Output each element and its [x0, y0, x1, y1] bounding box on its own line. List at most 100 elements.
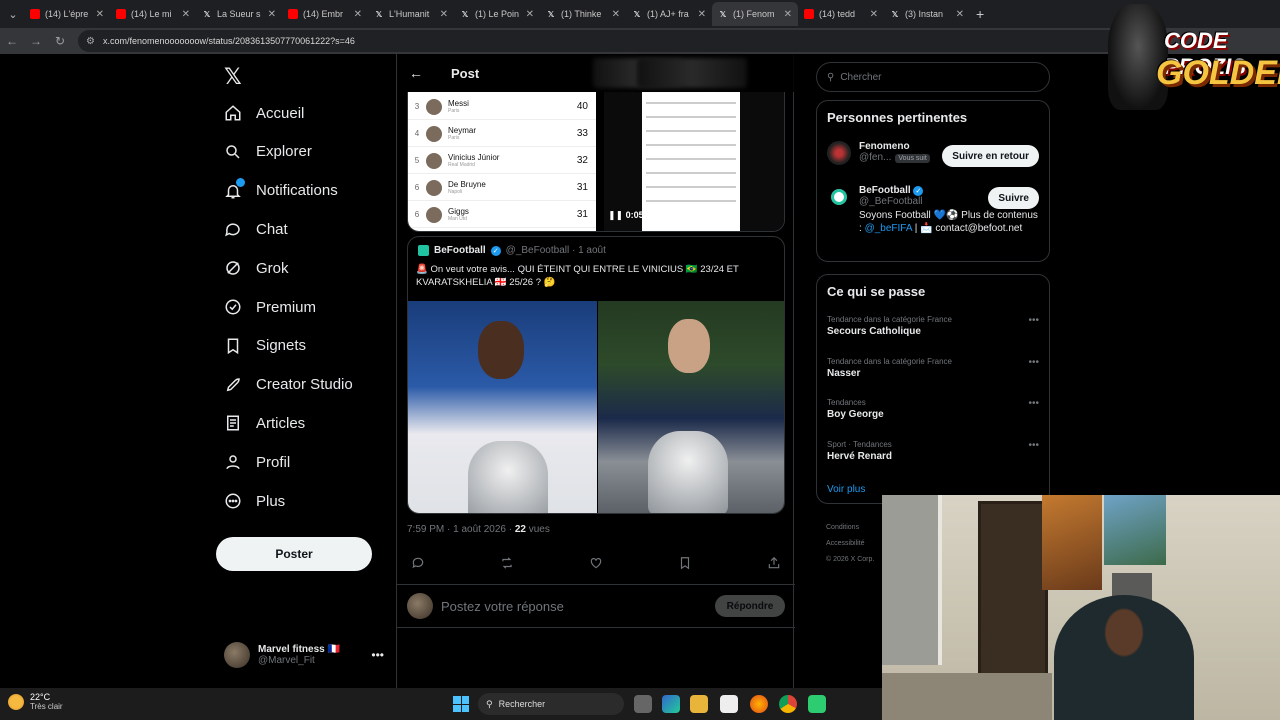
follow-button[interactable]: Suivre: [988, 187, 1039, 209]
account-switcher[interactable]: Marvel fitness 🇫🇷 @Marvel_Fit •••: [224, 642, 384, 668]
reply-button[interactable]: Répondre: [715, 595, 785, 617]
weather-widget[interactable]: 22°C Très clair: [8, 692, 63, 712]
browser-tab[interactable]: (14) Le mi ✕: [110, 2, 196, 26]
vinicius-photo[interactable]: [408, 301, 597, 513]
avatar: [827, 185, 851, 209]
ranking-row: 3 Messi Paris 40: [408, 94, 596, 120]
nav-item-grok[interactable]: Grok: [224, 259, 289, 277]
youtube-icon: [288, 9, 298, 19]
reload-icon[interactable]: ↻: [48, 34, 72, 48]
nav-label: Creator Studio: [256, 376, 353, 394]
nav-item-creator-studio[interactable]: Creator Studio: [224, 376, 353, 394]
windows-start-icon[interactable]: [453, 696, 469, 712]
nav-item-explorer[interactable]: Explorer: [224, 143, 312, 161]
close-tab-icon[interactable]: ✕: [96, 9, 104, 20]
quoted-post[interactable]: BeFootball ✓ @_BeFootball · 1 août 🚨 On …: [407, 236, 785, 514]
kvaratskhelia-photo[interactable]: [598, 301, 784, 513]
x-logo-icon[interactable]: 𝕏: [224, 64, 242, 90]
nav-item-chat[interactable]: Chat: [224, 220, 288, 238]
tab-title: (14) Le mi: [131, 9, 172, 19]
close-tab-icon[interactable]: ✕: [698, 9, 706, 20]
post-button[interactable]: Poster: [216, 537, 372, 571]
browser-tab[interactable]: 𝕏 La Sueur s ✕: [196, 2, 282, 26]
ranking-value: 31: [576, 182, 588, 193]
nav-item-profil[interactable]: Profil: [224, 453, 290, 471]
forward-arrow-icon[interactable]: →: [24, 34, 48, 48]
ranking-row: 4 Neymar Paris 33: [408, 121, 596, 147]
footer-accessibility-link[interactable]: Accessibilité: [826, 536, 874, 552]
chrome-icon[interactable]: [779, 695, 797, 713]
app-icon[interactable]: [808, 695, 826, 713]
nav-item-notifications[interactable]: Notifications: [224, 177, 338, 200]
premium-icon: [224, 298, 242, 316]
relevant-people-title: Personnes pertinentes: [827, 110, 968, 125]
bio-link[interactable]: @_beFIFA: [865, 223, 912, 234]
nav-item-signets[interactable]: Signets: [224, 337, 306, 355]
nav-item-articles[interactable]: Articles: [224, 414, 305, 432]
account-handle: @Marvel_Fit: [258, 655, 315, 666]
player-club: Paris: [448, 135, 460, 141]
close-tab-icon[interactable]: ✕: [354, 9, 362, 20]
quoted-media-ranking[interactable]: 3 Messi Paris 40 4 Neymar Paris 33 5 Vinicius Jún…: [407, 92, 785, 232]
bookmark-icon[interactable]: [678, 556, 692, 575]
browser-tab[interactable]: (14) L'épre ✕: [24, 2, 110, 26]
store-icon[interactable]: [720, 695, 738, 713]
more-dots-icon[interactable]: •••: [1028, 398, 1039, 409]
more-dots-icon[interactable]: •••: [371, 648, 384, 662]
url-field[interactable]: ⚙ x.com/fenomenooooooow/status/208361350…: [78, 30, 1128, 52]
more-dots-icon[interactable]: •••: [1028, 315, 1039, 326]
close-tab-icon[interactable]: ✕: [956, 9, 964, 20]
new-tab-button[interactable]: +: [976, 6, 984, 22]
browser-tab[interactable]: (14) tedd ✕: [798, 2, 884, 26]
see-more-link[interactable]: Voir plus: [827, 484, 865, 495]
follow-back-button[interactable]: Suivre en retour: [942, 145, 1039, 167]
youtube-icon: [30, 9, 40, 19]
video-frame: [642, 92, 740, 231]
taskbar-search[interactable]: ⚲ Rechercher: [478, 693, 624, 715]
tab-search-icon[interactable]: ⌄: [2, 3, 24, 25]
edge-icon[interactable]: [662, 695, 680, 713]
close-tab-icon[interactable]: ✕: [268, 9, 276, 20]
browser-tab[interactable]: 𝕏 (3) Instan ✕: [884, 2, 970, 26]
nav-item-accueil[interactable]: Accueil: [224, 104, 304, 122]
footer-terms-link[interactable]: Conditions: [826, 520, 874, 536]
close-tab-icon[interactable]: ✕: [612, 9, 620, 20]
close-tab-icon[interactable]: ✕: [526, 9, 534, 20]
footer-copyright: © 2026 X Corp.: [826, 556, 875, 563]
more-dots-icon[interactable]: •••: [1028, 357, 1039, 368]
address-bar: ← → ↻ ⚙ x.com/fenomenooooooow/status/208…: [0, 28, 1280, 54]
browser-tab[interactable]: 𝕏 (1) AJ+ fra ✕: [626, 2, 712, 26]
browser-tab[interactable]: 𝕏 (1) Le Poin ✕: [454, 2, 540, 26]
trend-item[interactable]: Tendance dans la catégorie France Nasser •…: [827, 357, 1041, 379]
trend-item[interactable]: Sport · Tendances Hervé Renard •••: [827, 440, 1041, 462]
more-dots-icon[interactable]: •••: [1028, 440, 1039, 451]
video-player[interactable]: ❚❚ 0:05: [604, 92, 784, 231]
close-tab-icon[interactable]: ✕: [784, 9, 792, 20]
browser-tab[interactable]: 𝕏 (1) Thinke ✕: [540, 2, 626, 26]
site-info-icon[interactable]: ⚙: [86, 36, 95, 47]
close-tab-icon[interactable]: ✕: [182, 9, 190, 20]
x-icon: 𝕏: [633, 9, 641, 19]
close-tab-icon[interactable]: ✕: [870, 9, 878, 20]
trend-item[interactable]: Tendances Boy George •••: [827, 398, 1041, 420]
repost-icon[interactable]: [500, 556, 514, 575]
reply-input[interactable]: Postez votre réponse: [441, 599, 707, 614]
nav-item-plus[interactable]: Plus: [224, 492, 285, 510]
reply-icon[interactable]: [411, 556, 425, 575]
browser-tab[interactable]: (14) Embr ✕: [282, 2, 368, 26]
back-arrow-icon[interactable]: ←: [0, 34, 24, 48]
back-arrow-icon[interactable]: ←: [409, 65, 423, 81]
browser-tab[interactable]: 𝕏 L'Humanit ✕: [368, 2, 454, 26]
nav-item-premium[interactable]: Premium: [224, 298, 316, 316]
trend-item[interactable]: Tendance dans la catégorie France Secours…: [827, 315, 1041, 337]
task-view-icon[interactable]: [634, 695, 652, 713]
x-icon: 𝕏: [547, 9, 555, 19]
share-icon[interactable]: [767, 556, 781, 575]
trend-category: Sport · Tendances: [827, 439, 892, 449]
browser-tab[interactable]: 𝕏 (1) Fenom ✕: [712, 2, 798, 26]
close-tab-icon[interactable]: ✕: [440, 9, 448, 20]
firefox-icon[interactable]: [750, 695, 768, 713]
like-icon[interactable]: [589, 556, 603, 575]
search-input[interactable]: ⚲ Chercher: [816, 62, 1050, 92]
file-explorer-icon[interactable]: [690, 695, 708, 713]
